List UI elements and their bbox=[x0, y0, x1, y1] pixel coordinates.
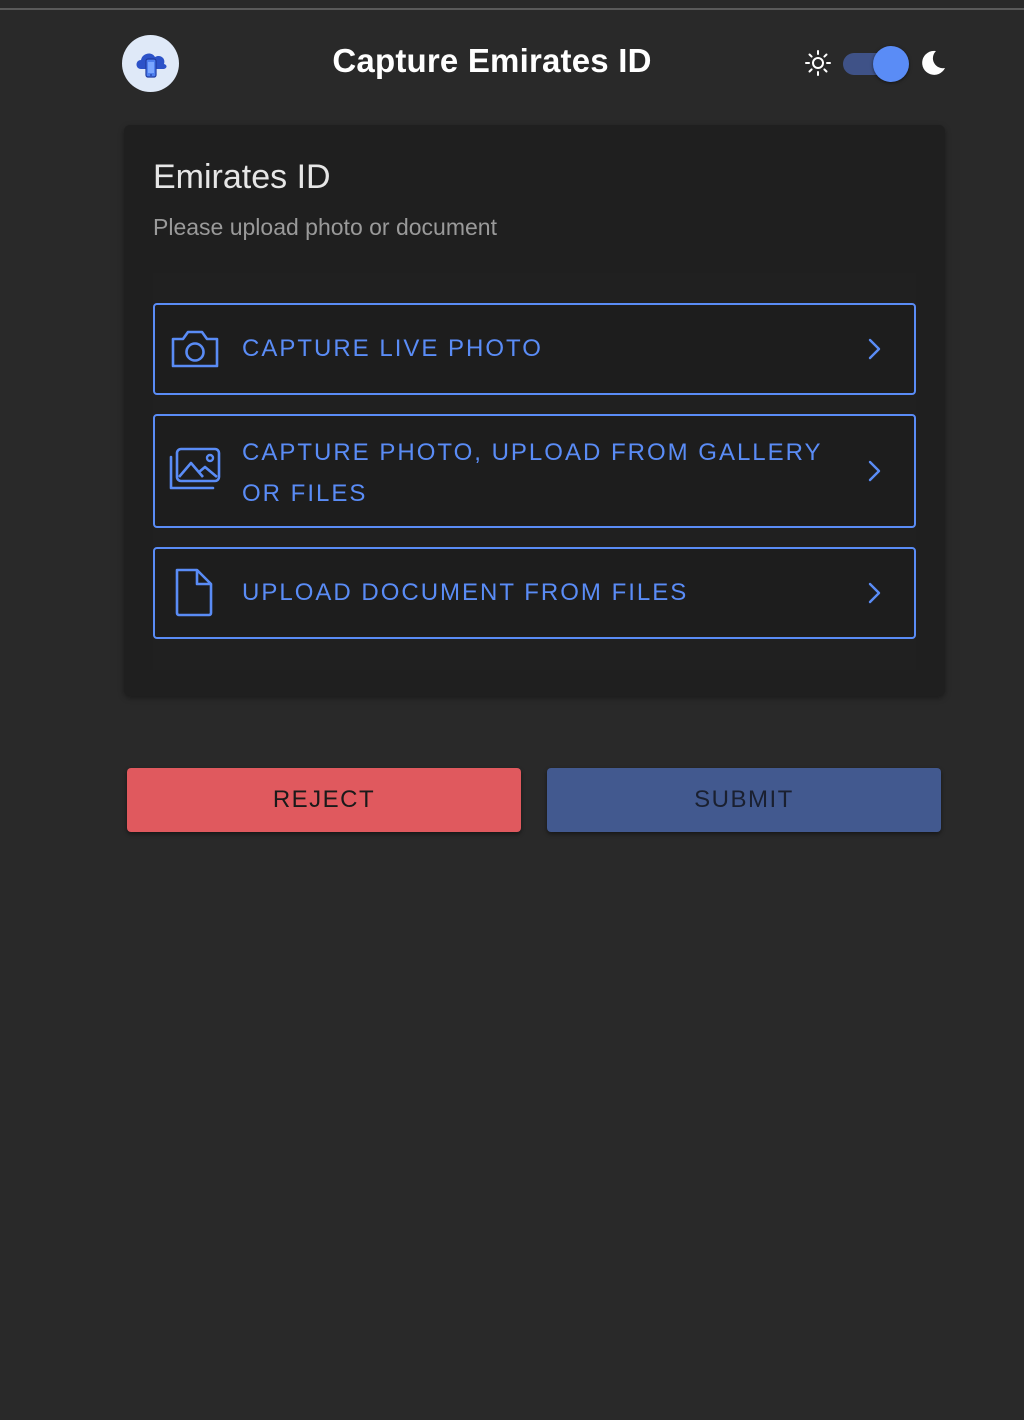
sun-icon bbox=[805, 50, 831, 76]
app-header: Capture Emirates ID bbox=[0, 0, 1024, 125]
reject-button[interactable]: REJECT bbox=[127, 768, 521, 832]
submit-button[interactable]: SUBMIT bbox=[547, 768, 941, 832]
chevron-right-icon bbox=[868, 460, 881, 482]
card-subtitle: Please upload photo or document bbox=[153, 214, 497, 240]
camera-icon bbox=[171, 330, 219, 368]
document-icon bbox=[175, 568, 213, 617]
emirates-id-card: Emirates ID Please upload photo or docum… bbox=[124, 125, 945, 696]
chevron-right-icon bbox=[868, 582, 881, 604]
page-title: Capture Emirates ID bbox=[332, 42, 652, 79]
upload-document-label: UPLOAD DOCUMENT FROM FILES bbox=[242, 579, 689, 606]
label-line-2: OR FILES bbox=[242, 480, 368, 507]
moon-icon bbox=[922, 50, 945, 75]
capture-upload-gallery-label: CAPTURE PHOTO, UPLOAD FROM GALLERY OR FI… bbox=[242, 432, 823, 514]
theme-toggle[interactable] bbox=[843, 46, 909, 82]
gallery-icon bbox=[169, 447, 221, 490]
label-line-1: CAPTURE PHOTO, UPLOAD FROM GALLERY bbox=[242, 439, 823, 466]
capture-live-photo-label: CAPTURE LIVE PHOTO bbox=[242, 335, 543, 362]
card-title: Emirates ID bbox=[153, 158, 331, 196]
upload-options: CAPTURE LIVE PHOTO CAPTURE PHOTO, UPLOAD… bbox=[153, 273, 916, 670]
upload-document-button[interactable]: UPLOAD DOCUMENT FROM FILES bbox=[153, 547, 916, 639]
capture-live-photo-button[interactable]: CAPTURE LIVE PHOTO bbox=[153, 303, 916, 395]
chevron-right-icon bbox=[868, 338, 881, 360]
toggle-thumb bbox=[873, 46, 909, 82]
capture-upload-gallery-button[interactable]: CAPTURE PHOTO, UPLOAD FROM GALLERY OR FI… bbox=[153, 414, 916, 528]
